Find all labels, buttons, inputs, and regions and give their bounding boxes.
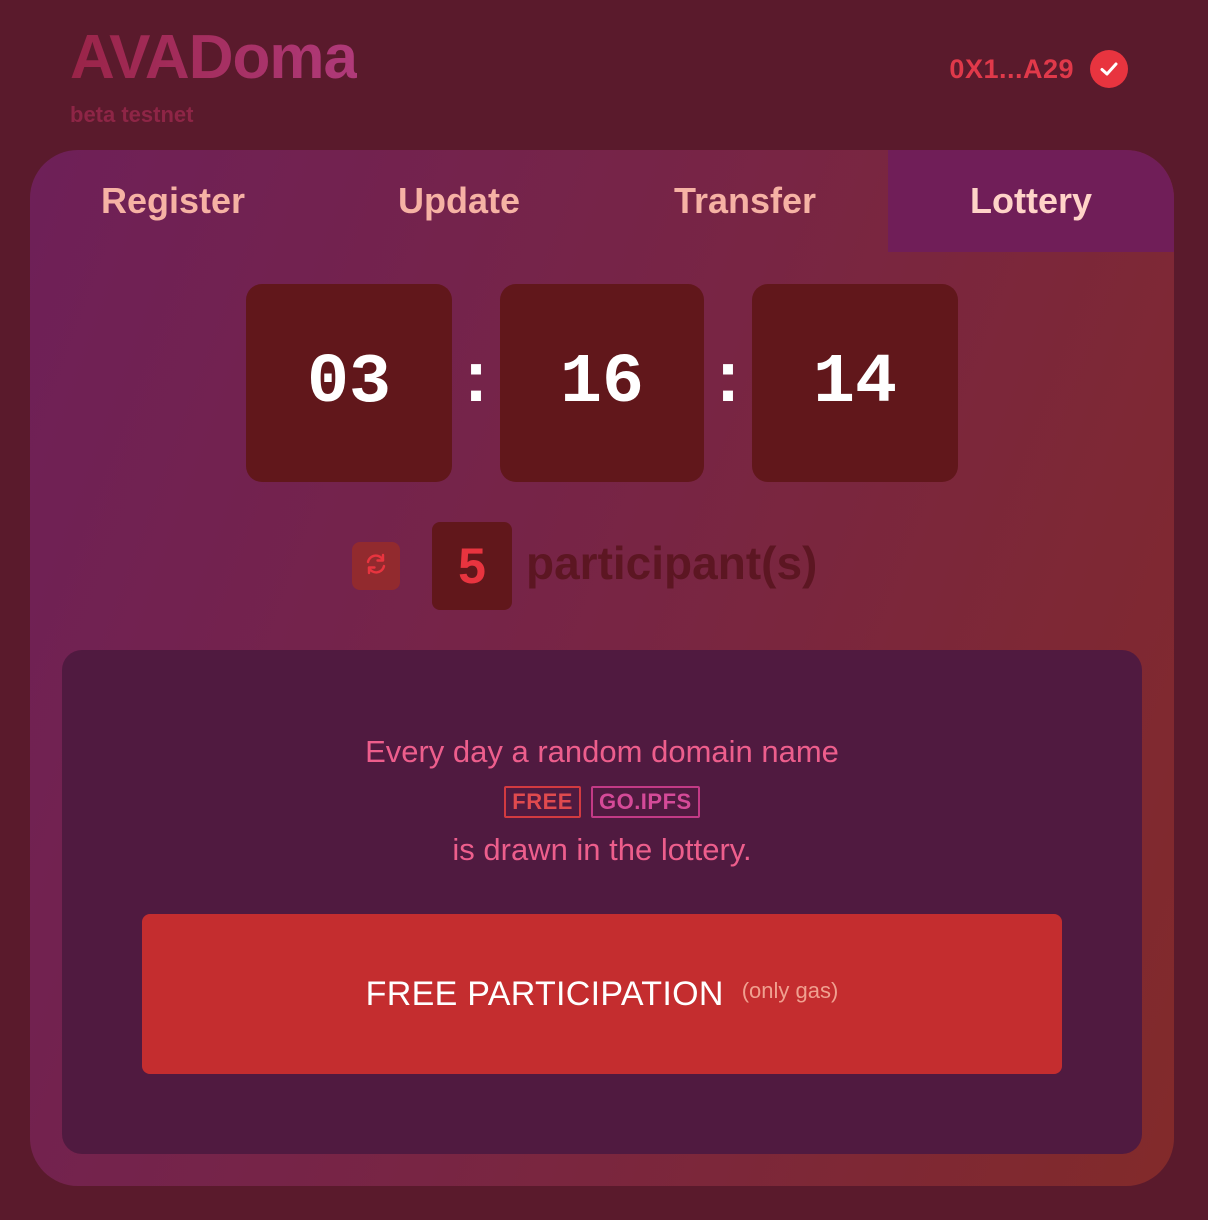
countdown-hours: 03: [246, 284, 452, 482]
lottery-info-panel: Every day a random domain name FREE GO.I…: [62, 650, 1142, 1154]
countdown-separator: :: [706, 343, 749, 423]
domain-tag: GO.IPFS: [590, 786, 700, 818]
tab-bar: Register Update Transfer Lottery: [30, 150, 1174, 252]
countdown-seconds: 14: [752, 284, 958, 482]
free-participation-button[interactable]: FREE PARTICIPATION (only gas): [142, 914, 1062, 1074]
gas-note: (only gas): [741, 978, 839, 1003]
wallet-address[interactable]: 0X1...A29: [949, 54, 1074, 85]
participants-row: 5 participant(s): [30, 522, 1174, 610]
free-tag: FREE: [504, 786, 581, 818]
tab-update[interactable]: Update: [316, 150, 602, 252]
tab-lottery[interactable]: Lottery: [888, 150, 1174, 252]
participation-button-label: FREE PARTICIPATION: [365, 974, 724, 1013]
main-card: Register Update Transfer Lottery 03 : 16…: [30, 150, 1174, 1186]
app-logo: AVADoma: [70, 23, 358, 92]
check-circle-icon: [1090, 50, 1128, 88]
participants-label: participant(s): [526, 537, 818, 589]
participant-count: 5: [432, 522, 512, 610]
lottery-description-line1: Every day a random domain name: [365, 734, 839, 769]
countdown-timer: 03 : 16 : 14: [246, 284, 958, 482]
domain-tags: FREE GO.IPFS: [62, 786, 1142, 818]
tab-transfer[interactable]: Transfer: [602, 150, 888, 252]
app-subtitle: beta testnet: [70, 102, 194, 127]
wallet-status[interactable]: 0X1...A29: [949, 50, 1128, 88]
countdown-minutes: 16: [500, 284, 704, 482]
refresh-icon: [363, 551, 389, 582]
countdown-separator: :: [454, 343, 497, 423]
refresh-button[interactable]: [352, 542, 400, 590]
lottery-description-line2: is drawn in the lottery.: [452, 832, 752, 867]
tab-register[interactable]: Register: [30, 150, 316, 252]
